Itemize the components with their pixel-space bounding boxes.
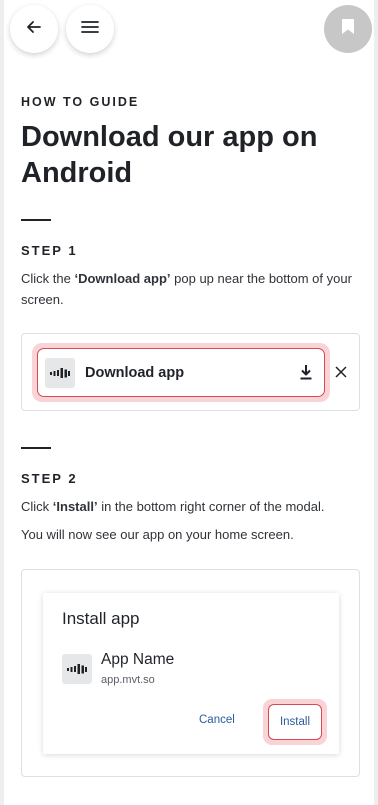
download-app-banner[interactable]: Download app <box>37 348 325 397</box>
modal-title: Install app <box>62 609 140 628</box>
download-icon[interactable] <box>299 364 313 385</box>
app-logo-icon <box>62 654 92 684</box>
step-2-note: You will now see our app on your home sc… <box>21 527 294 542</box>
app-url: app.mvt.so <box>101 674 155 686</box>
install-app-modal: Install app App Name app.mvt.so Cancel I… <box>43 593 339 754</box>
close-icon[interactable] <box>335 365 347 383</box>
bookmark-icon <box>341 18 355 40</box>
step-2-illustration: Install app App Name app.mvt.so Cancel I… <box>21 569 360 777</box>
page-title: Download our app on Android <box>21 121 318 189</box>
divider-dash <box>21 447 51 449</box>
guide-eyebrow: HOW TO GUIDE <box>21 95 140 109</box>
menu-button[interactable] <box>66 5 114 53</box>
step-2-label: STEP 2 <box>21 471 78 486</box>
bookmark-button[interactable] <box>324 5 372 53</box>
download-app-label: Download app <box>85 364 185 381</box>
app-name: App Name <box>101 651 175 668</box>
step-1-label: STEP 1 <box>21 243 78 258</box>
app-logo-icon <box>45 357 75 388</box>
divider-dash <box>21 219 51 221</box>
cancel-button[interactable]: Cancel <box>199 714 235 726</box>
step-2-instruction: Click ‘Install’ in the bottom right corn… <box>21 499 325 514</box>
step-1-illustration: Download app <box>21 333 360 411</box>
step-1-instruction: Click the ‘Download app’ pop up near the… <box>21 271 352 307</box>
arrow-left-icon <box>25 18 43 41</box>
hamburger-menu-icon <box>81 20 99 39</box>
guide-page: HOW TO GUIDE Download our app on Android… <box>0 0 378 805</box>
back-button[interactable] <box>10 5 58 53</box>
install-button[interactable]: Install <box>268 704 322 740</box>
